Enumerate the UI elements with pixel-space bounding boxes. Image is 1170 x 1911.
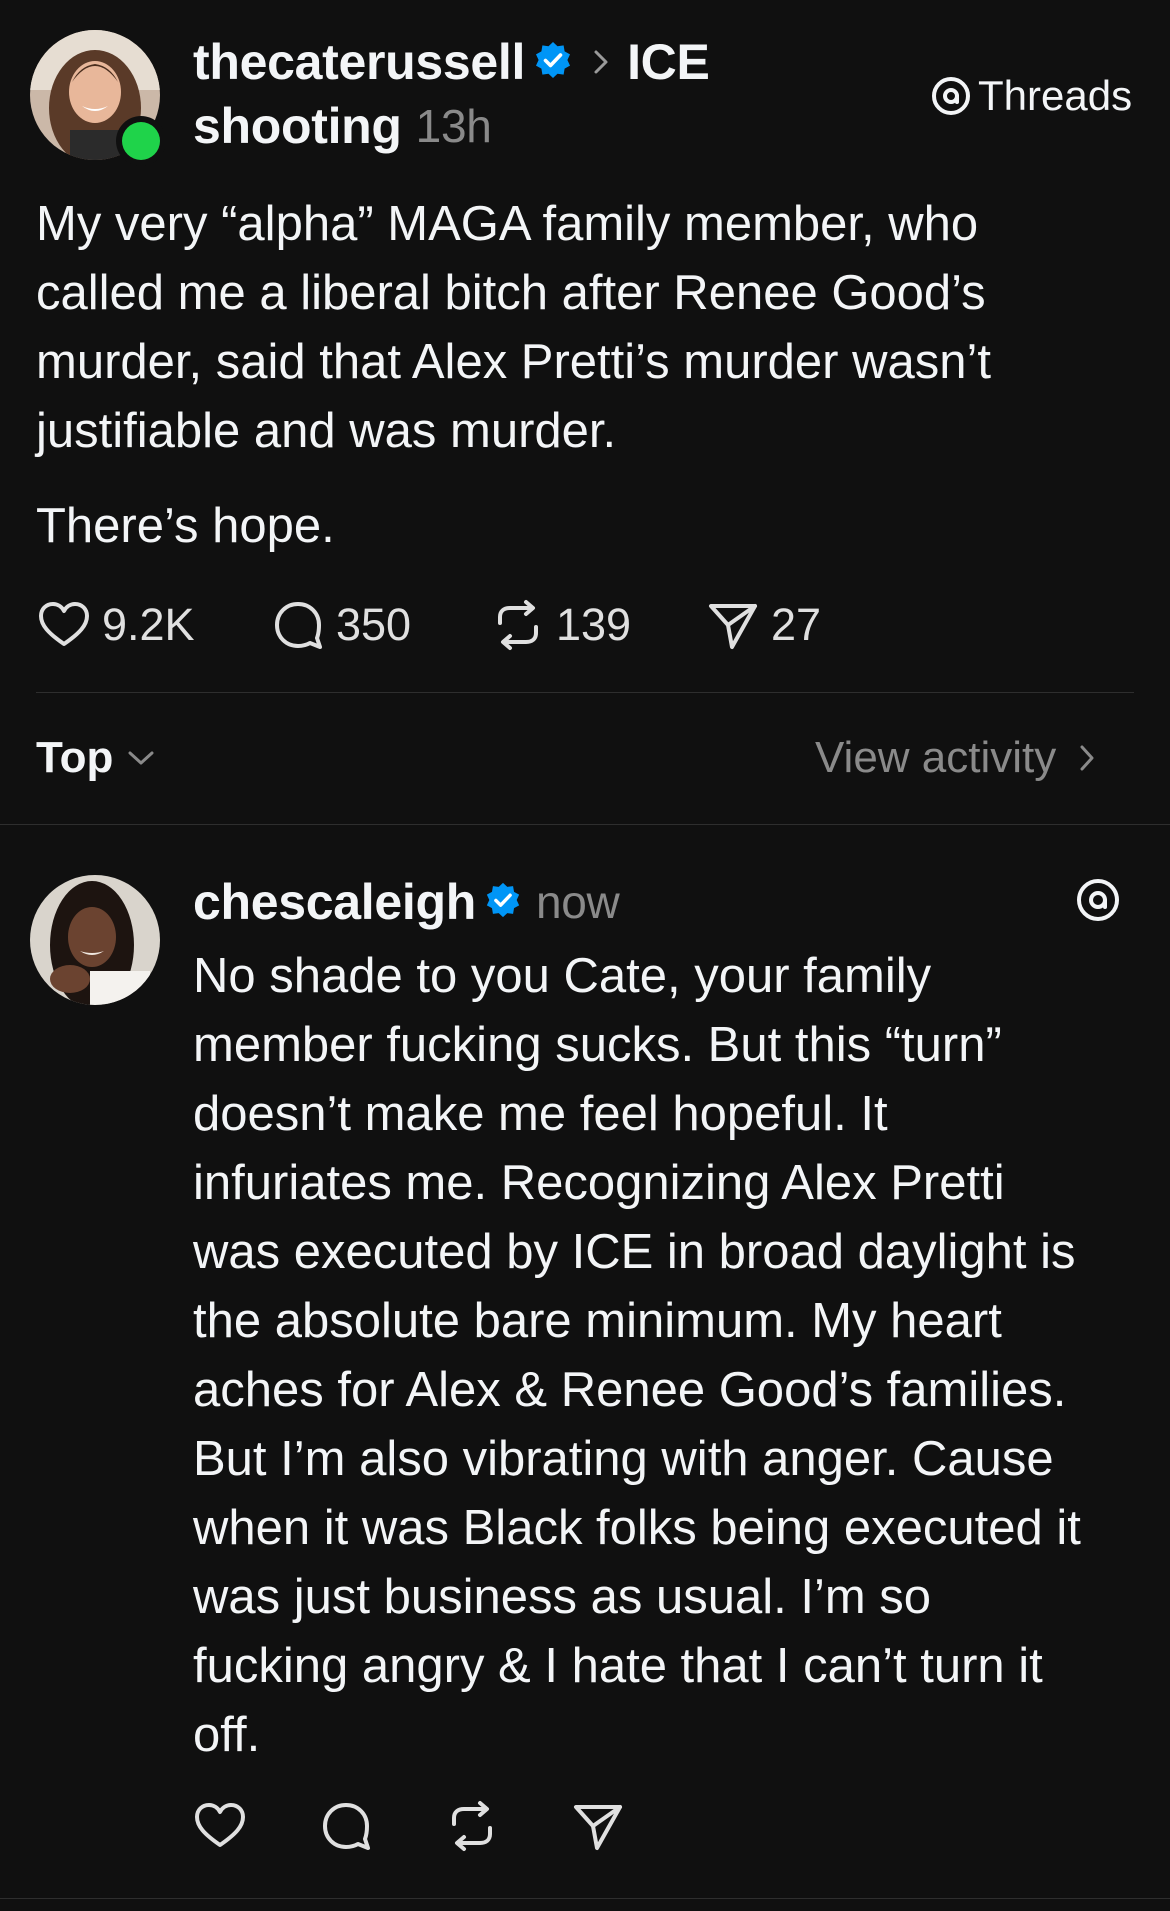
reply-repost-button[interactable] bbox=[444, 1798, 500, 1854]
post-timestamp: 13h bbox=[415, 100, 492, 152]
post-text-line: There’s hope. bbox=[36, 499, 335, 553]
reply-comment-button[interactable] bbox=[318, 1798, 374, 1854]
threads-label-text: Threads bbox=[978, 72, 1133, 119]
online-status-dot bbox=[122, 122, 160, 160]
reply-button[interactable]: 350 bbox=[270, 595, 411, 655]
verified-badge-icon bbox=[484, 881, 522, 924]
replier-avatar[interactable] bbox=[30, 875, 160, 1005]
comment-icon bbox=[323, 1803, 370, 1850]
reply-text-line: doesn’t make me feel hopeful. It bbox=[193, 1087, 888, 1141]
threads-logo-icon bbox=[930, 75, 972, 117]
reply-body: No shade to you Cate, your family member… bbox=[193, 942, 1153, 1770]
reply-timestamp: now bbox=[535, 876, 620, 928]
reply-header: chescaleigh now bbox=[193, 870, 620, 934]
author-avatar[interactable] bbox=[30, 30, 160, 160]
view-activity-link[interactable]: View activity bbox=[815, 728, 1096, 788]
like-button[interactable]: 9.2K bbox=[36, 595, 195, 655]
topic-tag[interactable]: ICE bbox=[627, 33, 710, 91]
post-text-line: My very “alpha” MAGA family member, who bbox=[36, 197, 979, 251]
reply-text-line: aches for Alex & Renee Good’s families. bbox=[193, 1363, 1067, 1417]
reply-text-line: the absolute bare minimum. My heart bbox=[193, 1294, 1002, 1348]
reply-text-line: No shade to you Cate, your family bbox=[193, 949, 932, 1003]
post-text-line: murder, said that Alex Pretti’s murder w… bbox=[36, 335, 991, 389]
chevron-right-icon bbox=[593, 49, 609, 75]
replier-username[interactable]: chescaleigh bbox=[193, 873, 476, 931]
share-button[interactable]: 27 bbox=[705, 595, 821, 655]
reply-text-line: was just business as usual. I’m so bbox=[193, 1570, 932, 1624]
repost-icon bbox=[452, 1801, 492, 1851]
reply-text-line: when it was Black folks being executed i… bbox=[193, 1501, 1081, 1555]
replier-avatar-image bbox=[30, 875, 160, 1005]
author-username[interactable]: thecaterussell bbox=[193, 33, 525, 91]
reply-text-line: fucking angry & I hate that I can’t turn… bbox=[193, 1639, 1043, 1693]
reply-text-line: But I’m also vibrating with anger. Cause bbox=[193, 1432, 1054, 1486]
post-header: thecaterussell ICE shooting 13h bbox=[193, 30, 753, 158]
post-body: My very “alpha” MAGA family member, who … bbox=[36, 190, 1136, 561]
repost-button[interactable]: 139 bbox=[490, 595, 631, 655]
comment-icon bbox=[275, 602, 322, 649]
reply-text-line: member fucking sucks. But this “turn” bbox=[193, 1018, 1002, 1072]
post-text-line: called me a liberal bitch after Renee Go… bbox=[36, 266, 986, 320]
post-text-line: justifiable and was murder. bbox=[36, 404, 617, 458]
sort-label: Top bbox=[36, 733, 114, 782]
view-activity-label: View activity bbox=[815, 733, 1057, 782]
send-icon bbox=[574, 1805, 622, 1850]
chevron-right-icon bbox=[1078, 743, 1096, 773]
chevron-down-icon bbox=[127, 749, 155, 767]
stats-divider bbox=[36, 692, 1134, 693]
reply-text-line: was executed by ICE in broad daylight is bbox=[193, 1225, 1076, 1279]
sort-bar-divider bbox=[0, 824, 1170, 825]
repost-count: 139 bbox=[556, 599, 632, 650]
threads-logo-icon[interactable] bbox=[1075, 877, 1121, 928]
verified-badge-icon bbox=[533, 40, 573, 85]
like-count: 9.2K bbox=[102, 599, 195, 650]
sort-dropdown[interactable]: Top bbox=[36, 728, 155, 788]
reply-text-line: off. bbox=[193, 1708, 261, 1762]
heart-icon bbox=[195, 1803, 245, 1847]
reply-count: 350 bbox=[336, 599, 412, 650]
repost-icon bbox=[498, 600, 538, 650]
reply-like-button[interactable] bbox=[192, 1798, 248, 1854]
reply-share-button[interactable] bbox=[570, 1798, 626, 1854]
share-count: 27 bbox=[771, 599, 822, 650]
send-icon bbox=[709, 604, 757, 649]
reply-text-line: infuriates me. Recognizing Alex Pretti bbox=[193, 1156, 1005, 1210]
threads-app-label[interactable]: Threads bbox=[930, 68, 1132, 124]
topic-tag-continued[interactable]: shooting bbox=[193, 97, 402, 155]
bottom-divider bbox=[0, 1898, 1170, 1899]
heart-icon bbox=[39, 602, 89, 646]
